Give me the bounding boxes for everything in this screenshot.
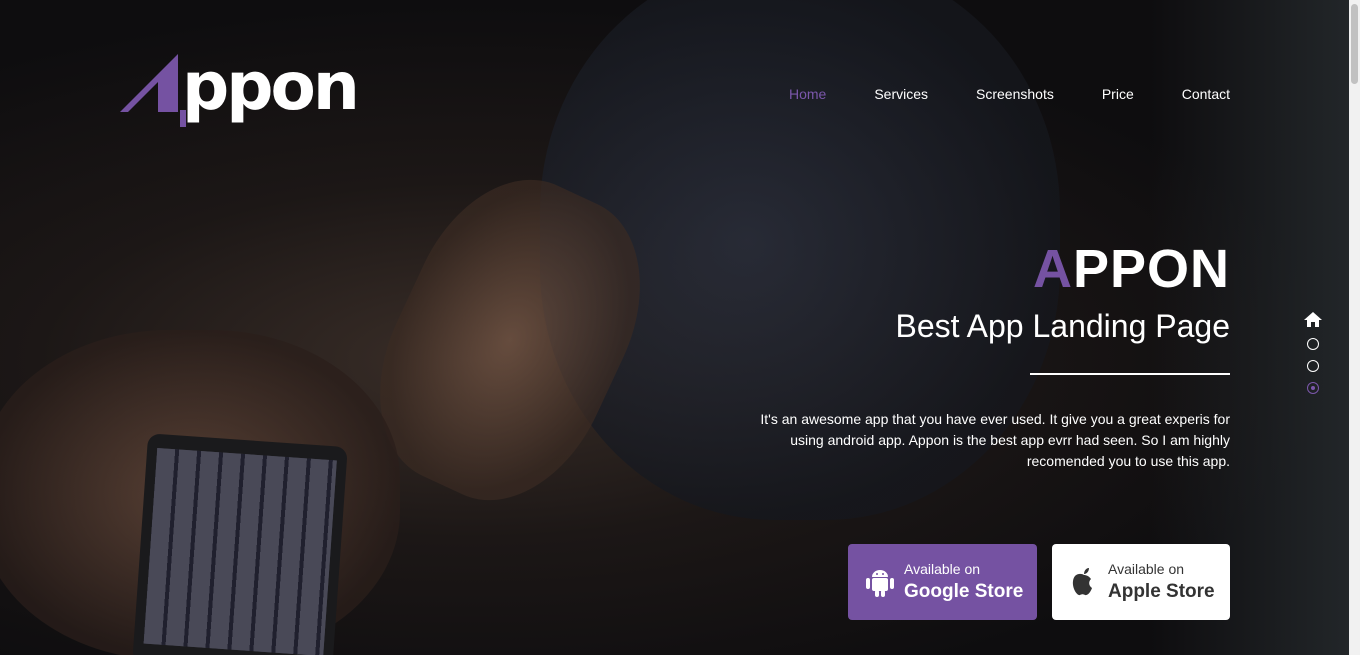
scrollbar[interactable] <box>1349 0 1360 655</box>
home-icon[interactable] <box>1303 311 1323 328</box>
section-dot-1[interactable] <box>1307 338 1319 350</box>
scrollbar-thumb[interactable] <box>1351 4 1358 84</box>
nav-price[interactable]: Price <box>1102 86 1134 102</box>
section-nav <box>1303 311 1323 394</box>
hero-title: APPON <box>1033 238 1230 300</box>
title-accent-letter: A <box>1032 239 1073 299</box>
background-photo-phone <box>132 433 348 655</box>
nav-services[interactable]: Services <box>874 86 928 102</box>
google-store-button[interactable]: Available on Google Store <box>848 544 1037 620</box>
hero-section: ppon Home Services Screenshots Price Con… <box>0 0 1349 655</box>
android-icon <box>860 566 900 598</box>
google-button-line1: Available on <box>904 561 981 577</box>
nav-home[interactable]: Home <box>789 86 826 102</box>
hero-subtitle: Best App Landing Page <box>895 308 1231 344</box>
logo-text: ppon <box>182 48 360 125</box>
logo-a-mark <box>120 54 186 127</box>
apple-icon <box>1064 566 1104 598</box>
section-dot-3-active[interactable] <box>1307 382 1319 394</box>
main-nav: Home Services Screenshots Price Contact <box>789 86 1230 102</box>
hero-description: It's an awesome app that you have ever u… <box>760 411 1230 469</box>
apple-store-button[interactable]: Available on Apple Store <box>1052 544 1230 620</box>
title-rest: PPON <box>1072 239 1230 299</box>
apple-button-line2: Apple Store <box>1108 581 1215 602</box>
divider <box>1030 373 1230 375</box>
section-dot-2[interactable] <box>1307 360 1319 372</box>
nav-contact[interactable]: Contact <box>1182 86 1230 102</box>
google-button-line2: Google Store <box>904 581 1024 602</box>
apple-button-line1: Available on <box>1108 561 1185 577</box>
nav-screenshots[interactable]: Screenshots <box>976 86 1054 102</box>
logo[interactable]: ppon <box>120 48 360 128</box>
